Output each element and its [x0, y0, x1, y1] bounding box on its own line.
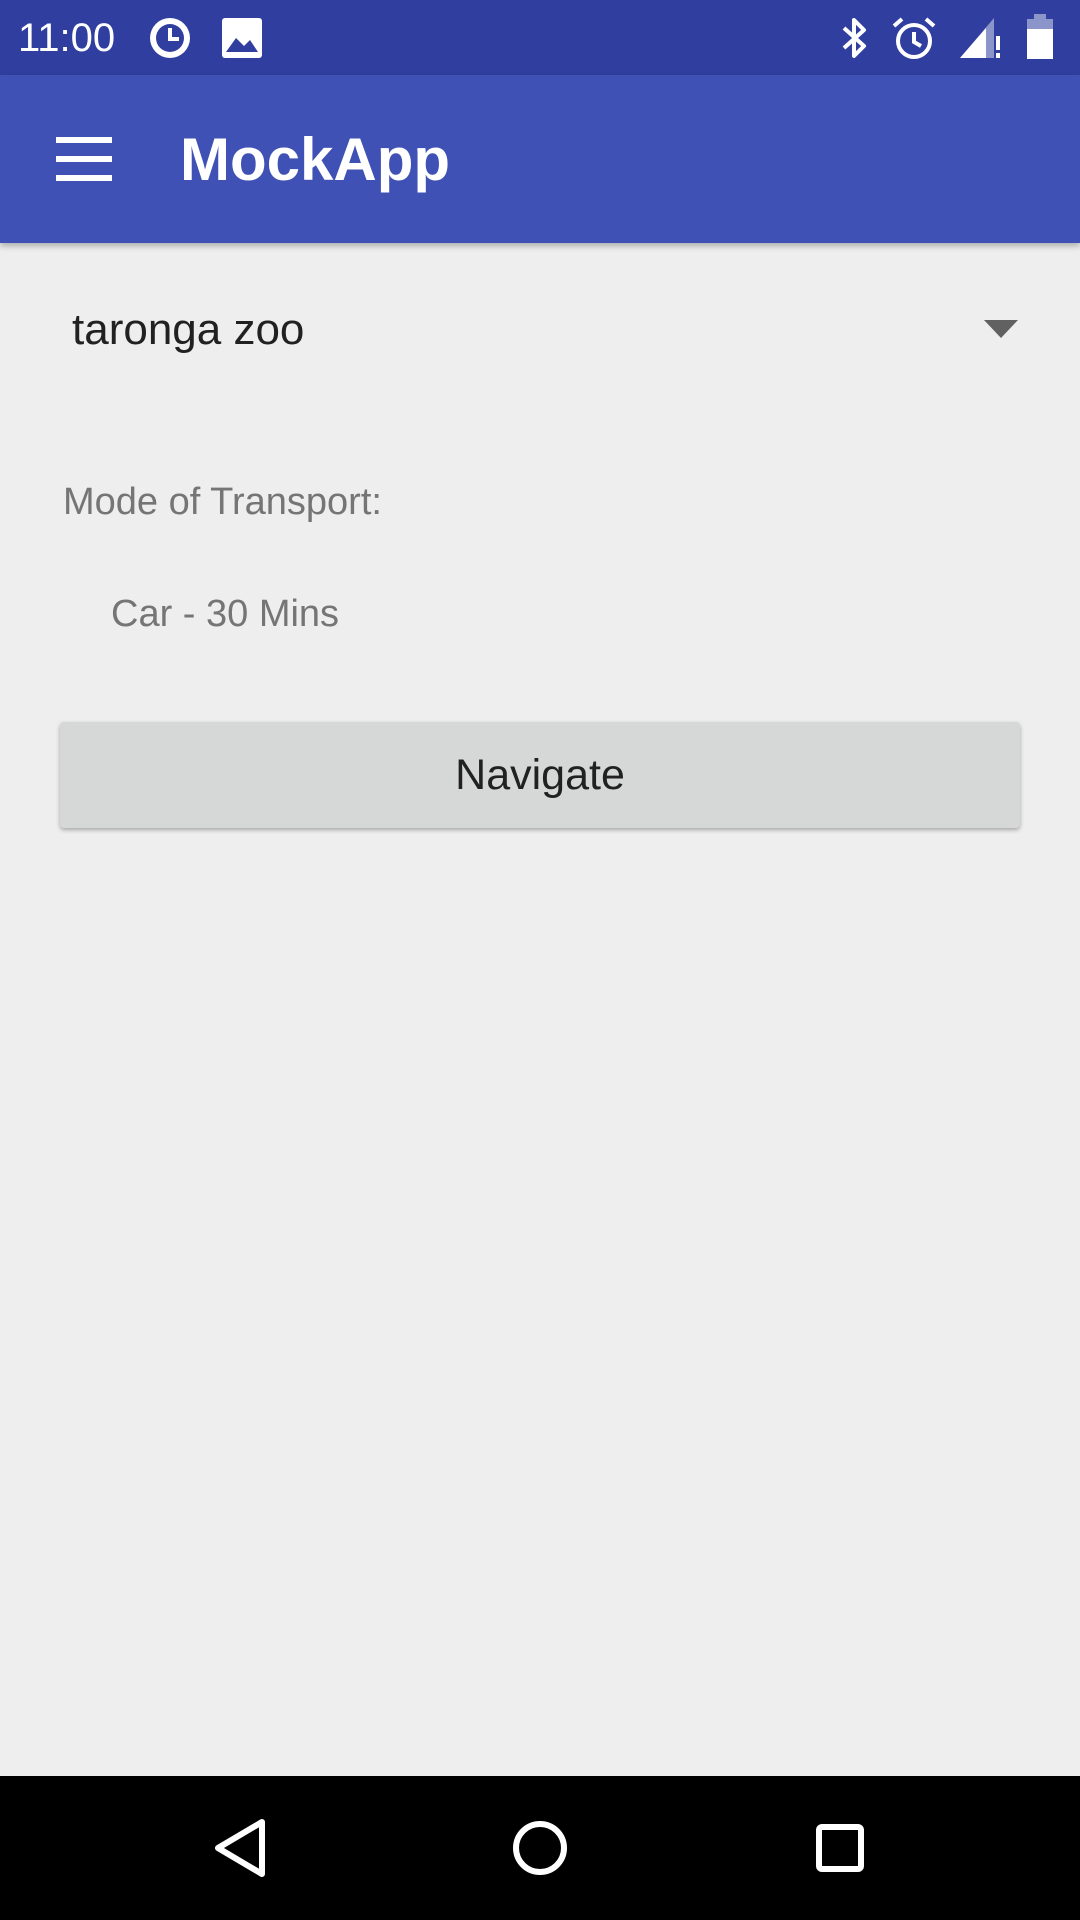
recents-icon: [816, 1824, 864, 1872]
signal-icon: [960, 18, 1000, 58]
status-bar: 11:00: [0, 0, 1080, 75]
back-icon: [215, 1819, 265, 1877]
navigation-bar: [0, 1776, 1080, 1920]
hamburger-menu-icon: [56, 137, 112, 181]
screen: 11:00 MockApp taronga zoo Mode of Transp…: [0, 0, 1080, 1920]
menu-button[interactable]: [40, 115, 128, 203]
image-notification-icon: [222, 18, 262, 58]
navigate-button[interactable]: Navigate: [60, 722, 1020, 828]
back-button[interactable]: [200, 1808, 280, 1888]
dropdown-arrow-icon: [984, 320, 1018, 338]
battery-icon: [1027, 14, 1053, 59]
transport-value: Car - 30 Mins: [111, 593, 340, 635]
recents-button[interactable]: [800, 1808, 880, 1888]
transport-label: Mode of Transport:: [63, 481, 382, 523]
status-time: 11:00: [18, 16, 116, 60]
alarm-icon: [892, 17, 936, 59]
destination-spinner[interactable]: taronga zoo: [40, 280, 1040, 380]
spinner-selected-value: taronga zoo: [72, 305, 305, 354]
clock-notification-icon: [150, 18, 190, 58]
app-title: MockApp: [180, 126, 450, 193]
home-button[interactable]: [500, 1808, 580, 1888]
app-bar: MockApp: [0, 75, 1080, 243]
bluetooth-icon: [842, 18, 866, 58]
home-icon: [513, 1821, 567, 1875]
